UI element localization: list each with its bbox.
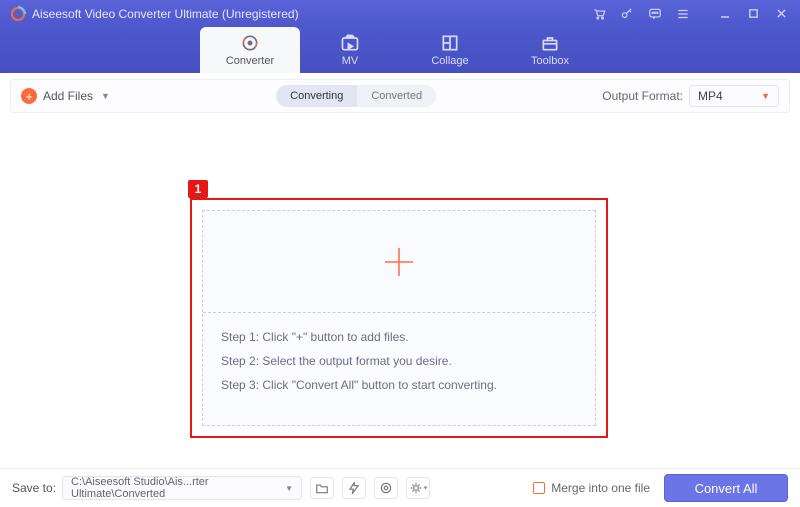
titlebar: Aiseesoft Video Converter Ultimate (Unre… <box>0 0 800 27</box>
drop-zone-top <box>203 211 595 312</box>
tab-label: MV <box>342 55 359 67</box>
annotation-callout: 1 Step 1: Click "+" button to add files.… <box>190 198 608 438</box>
output-format-label: Output Format: <box>602 89 683 103</box>
open-folder-button[interactable] <box>310 477 334 499</box>
output-format-select[interactable]: MP4 ▼ <box>689 85 779 107</box>
app-logo-icon <box>10 6 26 22</box>
segment-converted[interactable]: Converted <box>357 85 436 107</box>
minimize-icon[interactable] <box>716 5 734 23</box>
merge-label: Merge into one file <box>551 481 650 495</box>
tab-toolbox[interactable]: Toolbox <box>500 27 600 73</box>
converter-icon <box>240 33 260 53</box>
tab-converter[interactable]: Converter <box>200 27 300 73</box>
feedback-icon[interactable] <box>646 5 664 23</box>
segment-converting[interactable]: Converting <box>276 85 357 107</box>
toolbox-icon <box>540 33 560 53</box>
mv-icon <box>340 33 360 53</box>
tab-label: Collage <box>431 55 468 67</box>
step-text: Step 2: Select the output format you des… <box>221 349 577 373</box>
top-toolbar: + Add Files ▼ Converting Converted Outpu… <box>10 79 790 113</box>
close-icon[interactable] <box>772 5 790 23</box>
tab-mv[interactable]: MV <box>300 27 400 73</box>
save-to-label: Save to: <box>12 481 56 495</box>
tab-label: Converter <box>226 55 274 67</box>
collage-icon <box>440 33 460 53</box>
convert-all-button[interactable]: Convert All <box>664 474 788 502</box>
task-settings-button[interactable]: ▾ <box>406 477 430 499</box>
merge-checkbox[interactable]: Merge into one file <box>533 481 650 495</box>
instruction-steps: Step 1: Click "+" button to add files. S… <box>203 313 595 425</box>
save-to-path-select[interactable]: C:\Aiseesoft Studio\Ais...rter Ultimate\… <box>62 476 302 500</box>
add-files-label: Add Files <box>43 89 93 103</box>
main-tabbar: Converter MV Collage Toolbox <box>0 27 800 73</box>
hw-accel-button[interactable] <box>342 477 366 499</box>
checkbox-icon <box>533 482 545 494</box>
cart-icon[interactable] <box>590 5 608 23</box>
menu-icon[interactable] <box>674 5 692 23</box>
output-format-value: MP4 <box>698 89 723 103</box>
window-title: Aiseesoft Video Converter Ultimate (Unre… <box>32 7 299 21</box>
annotation-badge: 1 <box>188 180 208 198</box>
drop-zone[interactable]: Step 1: Click "+" button to add files. S… <box>202 210 596 426</box>
step-text: Step 1: Click "+" button to add files. <box>221 325 577 349</box>
chevron-down-icon: ▼ <box>101 91 110 101</box>
save-to-path-text: C:\Aiseesoft Studio\Ais...rter Ultimate\… <box>71 476 285 500</box>
high-speed-button[interactable] <box>374 477 398 499</box>
plus-icon: + <box>21 88 37 104</box>
tab-collage[interactable]: Collage <box>400 27 500 73</box>
tab-label: Toolbox <box>531 55 569 67</box>
step-text: Step 3: Click "Convert All" button to st… <box>221 373 577 397</box>
chevron-down-icon: ▼ <box>761 91 770 101</box>
maximize-icon[interactable] <box>744 5 762 23</box>
chevron-down-icon: ▼ <box>285 484 293 493</box>
status-segment: Converting Converted <box>276 85 436 107</box>
work-area: 1 Step 1: Click "+" button to add files.… <box>0 113 800 468</box>
add-files-button[interactable]: + Add Files ▼ <box>21 88 110 104</box>
key-icon[interactable] <box>618 5 636 23</box>
add-big-plus-icon[interactable] <box>379 242 419 282</box>
bottom-bar: Save to: C:\Aiseesoft Studio\Ais...rter … <box>0 468 800 507</box>
